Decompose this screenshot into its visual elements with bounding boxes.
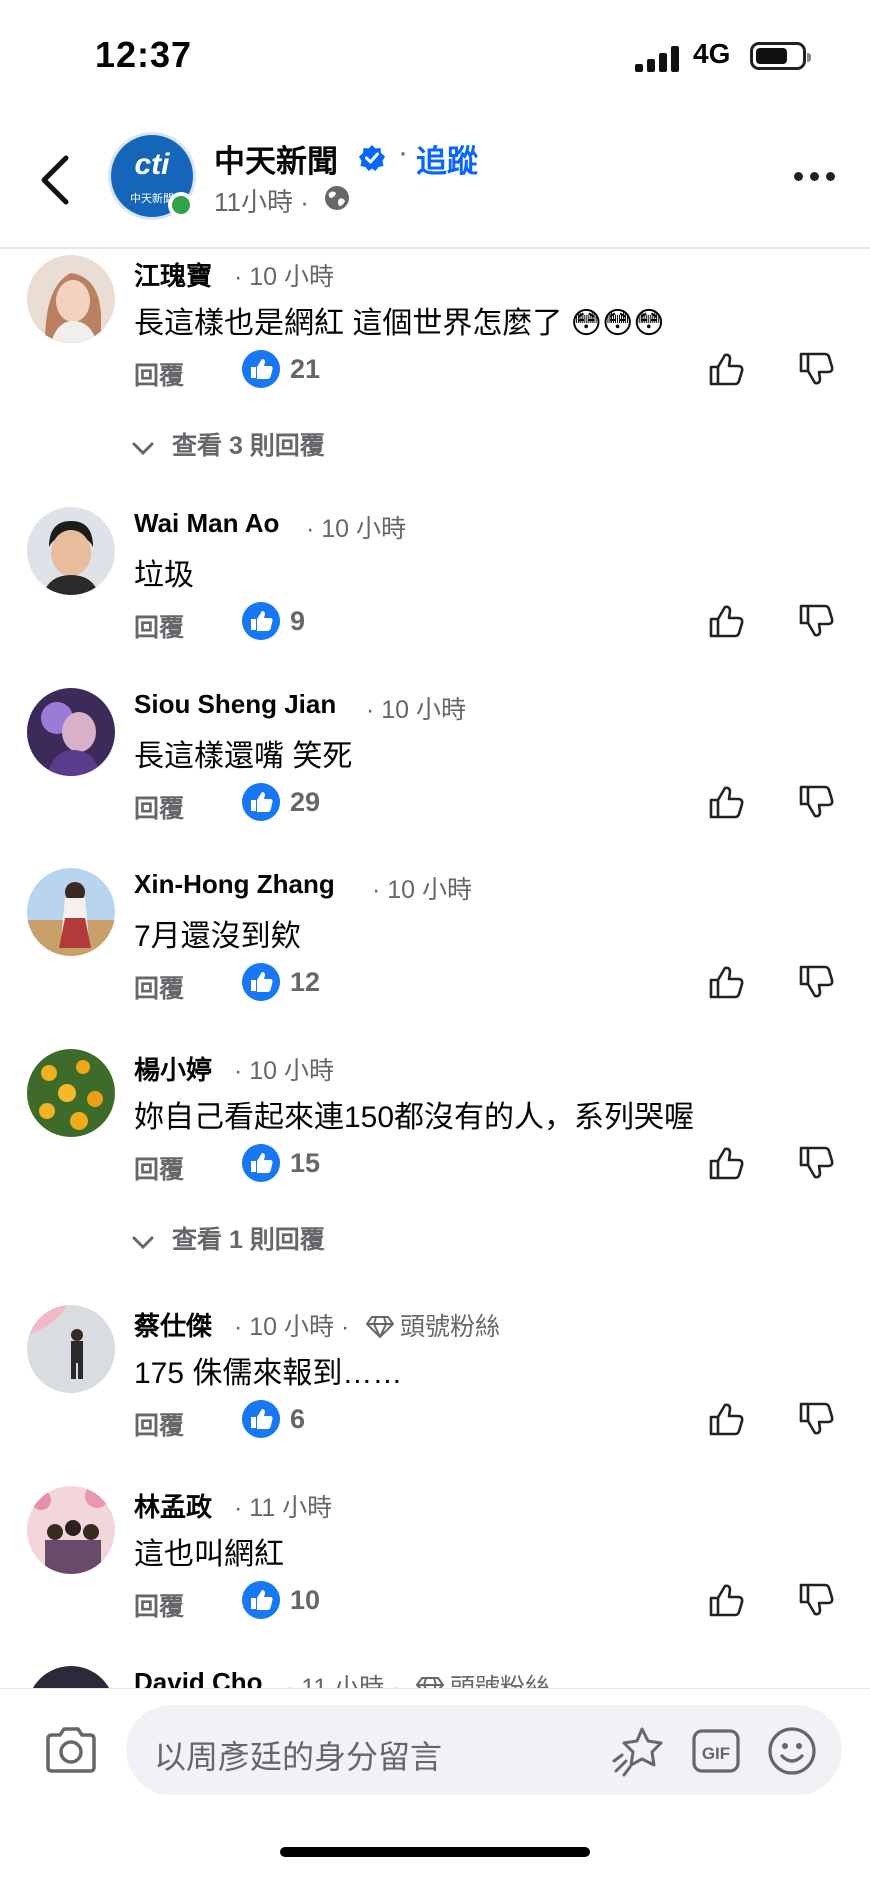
- battery-icon: [750, 42, 811, 70]
- like-count: 10: [290, 1585, 321, 1615]
- avatar[interactable]: [27, 507, 115, 595]
- like-icon[interactable]: [706, 601, 746, 641]
- comment-input[interactable]: 以周彥廷的身分留言 GIF: [126, 1705, 842, 1795]
- follow-button[interactable]: 追蹤: [416, 136, 478, 181]
- comment-text: 垃圾: [134, 559, 194, 592]
- reply-button[interactable]: 回覆: [134, 1150, 184, 1186]
- like-count: 29: [290, 787, 321, 817]
- emoji-icon[interactable]: [766, 1725, 818, 1777]
- comment-author[interactable]: 林孟政: [134, 1487, 212, 1524]
- chevron-down-icon: [132, 1236, 154, 1250]
- comment-text: 175 侏儒來報到……: [134, 1357, 403, 1390]
- comment-text: 長這樣也是網紅 這個世界怎麼了 😳😳😳: [134, 307, 665, 340]
- dislike-icon[interactable]: [796, 349, 836, 389]
- svg-text:GIF: GIF: [702, 1744, 730, 1763]
- like-icon[interactable]: [706, 1399, 746, 1439]
- top-fan-badge: 頭號粉絲: [366, 1307, 500, 1343]
- dislike-icon[interactable]: [796, 1399, 836, 1439]
- like-reaction-icon: [242, 350, 280, 388]
- comment-author[interactable]: Siou Sheng Jian: [134, 689, 336, 720]
- page-name[interactable]: 中天新聞: [214, 136, 338, 181]
- like-reaction-icon: [242, 963, 280, 1001]
- like-reaction-icon: [242, 1581, 280, 1619]
- reply-button[interactable]: 回覆: [134, 1406, 184, 1442]
- camera-icon[interactable]: [44, 1727, 98, 1773]
- comment-text: 這也叫網紅: [134, 1538, 284, 1571]
- like-reaction-icon: [242, 1144, 280, 1182]
- back-arrow-icon[interactable]: [36, 150, 76, 210]
- view-replies-button[interactable]: 查看 3 則回覆: [132, 426, 325, 462]
- avatar[interactable]: [27, 868, 115, 956]
- view-replies-label: 查看 1 則回覆: [172, 1226, 325, 1254]
- dislike-icon[interactable]: [796, 1580, 836, 1620]
- signal-icon: [635, 46, 681, 72]
- status-time: 12:37: [95, 34, 193, 75]
- comment-text: 長這樣還嘴 笑死: [134, 740, 353, 773]
- reply-button[interactable]: 回覆: [134, 789, 184, 825]
- avatar[interactable]: [27, 1305, 115, 1393]
- post-header: cti 中天新聞 中天新聞 · 追蹤 11小時 ·: [0, 110, 870, 249]
- online-indicator: [168, 192, 194, 218]
- diamond-icon: [366, 1316, 394, 1338]
- avatar[interactable]: [27, 255, 115, 343]
- comment-time: · 10 小時 ·: [234, 1313, 350, 1341]
- reply-button[interactable]: 回覆: [134, 608, 184, 644]
- comment-time: · 10 小時: [372, 876, 473, 904]
- comment-composer: 以周彥廷的身分留言 GIF: [0, 1688, 870, 1883]
- like-count: 15: [290, 1148, 321, 1178]
- top-fan-label: 頭號粉絲: [400, 1313, 501, 1341]
- logo-text: cti: [134, 148, 170, 181]
- comment-time: · 10 小時: [234, 263, 335, 291]
- dislike-icon[interactable]: [796, 601, 836, 641]
- comment-time: · 11 小時: [234, 1494, 333, 1522]
- comment-text: 妳自己看起來連150都沒有的人，系列哭喔: [134, 1101, 695, 1134]
- comment-time: · 10 小時: [306, 515, 407, 543]
- comment-author[interactable]: 楊小婷: [134, 1050, 212, 1087]
- verified-badge-icon: [359, 145, 385, 171]
- more-options-icon[interactable]: [794, 172, 838, 186]
- like-count: 12: [290, 967, 321, 997]
- avatar[interactable]: [27, 688, 115, 776]
- globe-icon: [325, 186, 349, 210]
- reply-button[interactable]: 回覆: [134, 969, 184, 1005]
- separator-dot: ·: [398, 136, 408, 169]
- comment-input-placeholder: 以周彥廷的身分留言: [154, 1739, 443, 1775]
- post-time: 11小時 ·: [214, 187, 309, 217]
- comment-time: · 10 小時: [366, 696, 467, 724]
- view-replies-button[interactable]: 查看 1 則回覆: [132, 1220, 325, 1256]
- comment-time: · 10 小時: [234, 1057, 335, 1085]
- avatar[interactable]: [27, 1049, 115, 1137]
- gif-icon[interactable]: GIF: [692, 1729, 740, 1773]
- like-count: 21: [290, 354, 321, 384]
- comment-author[interactable]: 江瑰寶: [134, 256, 212, 293]
- reply-button[interactable]: 回覆: [134, 1587, 184, 1623]
- dislike-icon[interactable]: [796, 1143, 836, 1183]
- like-reaction-icon: [242, 602, 280, 640]
- status-bar: 12:37 4G: [0, 0, 870, 110]
- reply-button[interactable]: 回覆: [134, 356, 184, 392]
- like-reaction-icon: [242, 1400, 280, 1438]
- view-replies-label: 查看 3 則回覆: [172, 432, 325, 460]
- network-label: 4G: [693, 38, 731, 69]
- like-icon[interactable]: [706, 1580, 746, 1620]
- like-reaction-icon: [242, 783, 280, 821]
- comment-author[interactable]: Xin-Hong Zhang: [134, 869, 335, 900]
- comment-text: 7月還沒到欸: [134, 920, 301, 953]
- dislike-icon[interactable]: [796, 962, 836, 1002]
- dislike-icon[interactable]: [796, 782, 836, 822]
- like-icon[interactable]: [706, 349, 746, 389]
- like-count: 6: [290, 1404, 306, 1434]
- avatar[interactable]: [27, 1486, 115, 1574]
- comment-author[interactable]: Wai Man Ao: [134, 508, 279, 539]
- sticker-icon[interactable]: [612, 1725, 664, 1777]
- like-icon[interactable]: [706, 962, 746, 1002]
- like-count: 9: [290, 606, 306, 636]
- like-icon[interactable]: [706, 782, 746, 822]
- comment-author[interactable]: 蔡仕傑: [134, 1306, 212, 1343]
- like-icon[interactable]: [706, 1143, 746, 1183]
- home-indicator: [280, 1847, 590, 1857]
- chevron-down-icon: [132, 442, 154, 456]
